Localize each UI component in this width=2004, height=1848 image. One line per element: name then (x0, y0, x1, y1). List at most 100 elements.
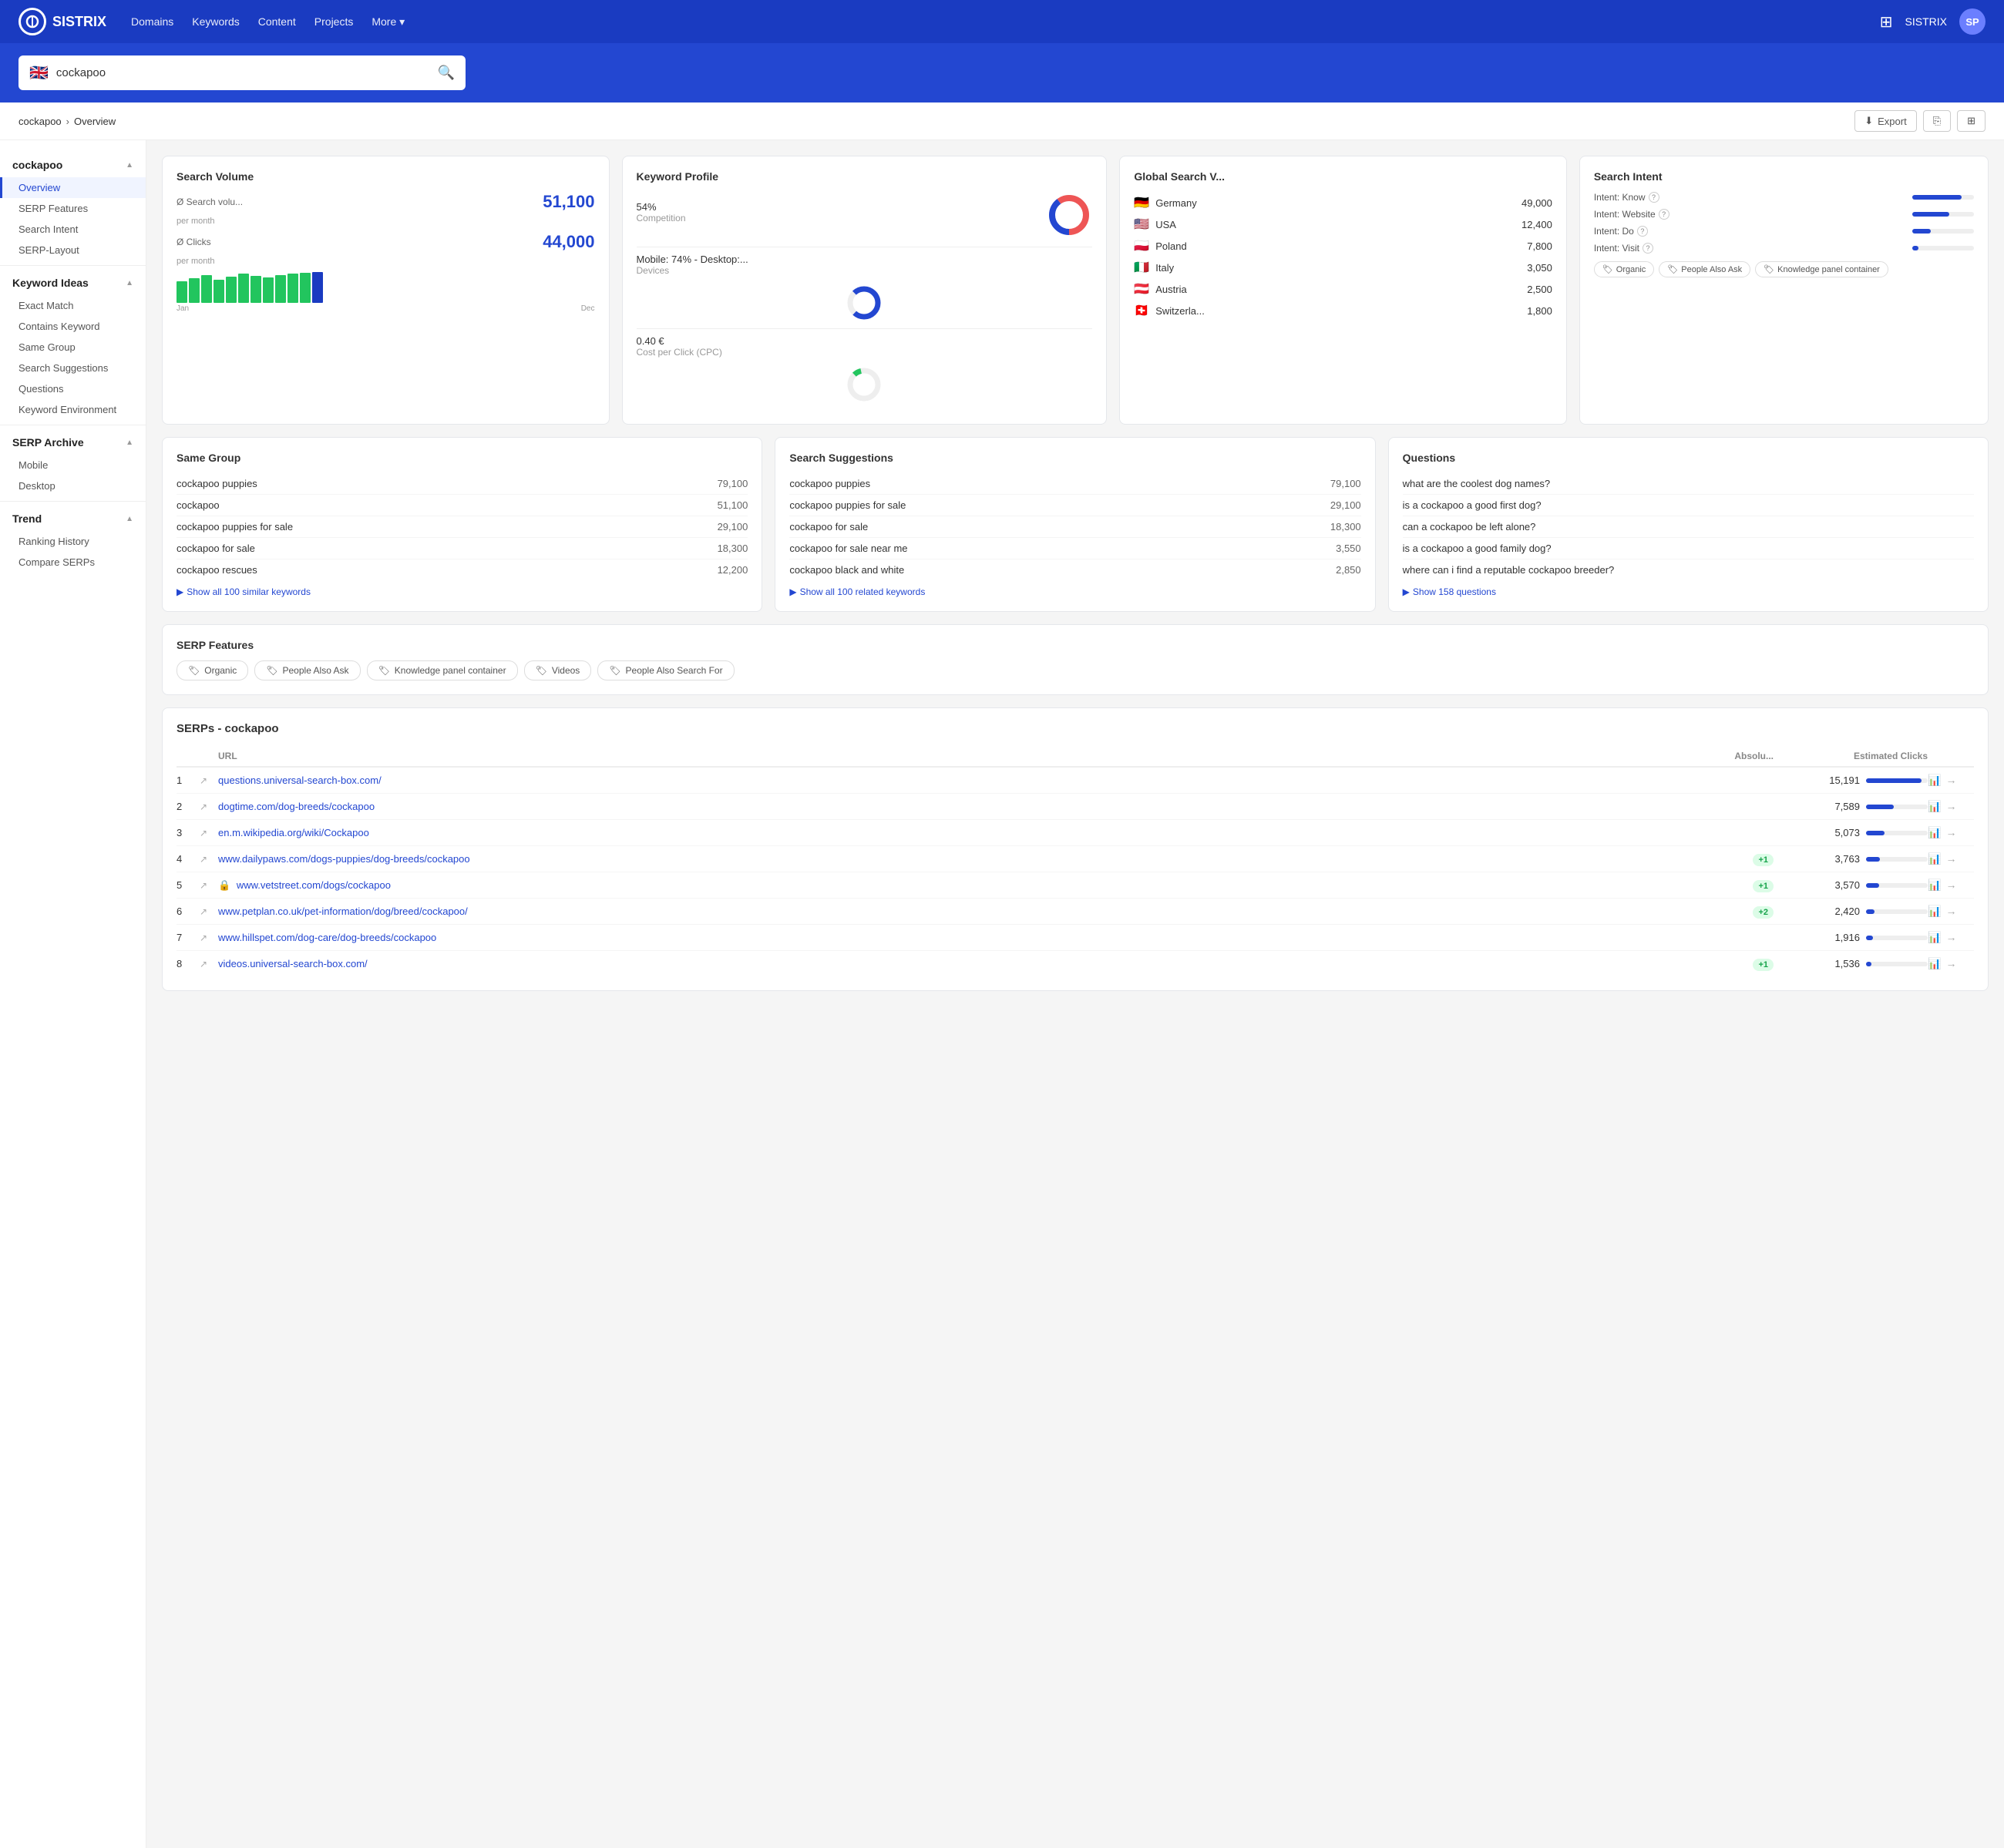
row-actions: 📊 → (1928, 774, 1974, 787)
list-item: cockapoo rescues 12,200 (177, 559, 748, 580)
question-item: is a cockapoo a good first dog? (1403, 495, 1974, 516)
feature-tag-people-also-search[interactable]: 🏷 People Also Search For (597, 660, 734, 680)
rank-badge: +1 (1753, 880, 1774, 892)
rank-badge: +1 (1753, 959, 1774, 971)
same-group-list: cockapoo puppies 79,100 cockapoo 51,100 … (177, 473, 748, 580)
mini-bar (189, 278, 200, 303)
arrow-right-icon[interactable]: → (1945, 826, 1956, 839)
info-icon-3[interactable]: ? (1637, 226, 1648, 237)
show-more-same-group[interactable]: ▶ Show all 100 similar keywords (177, 580, 748, 597)
layout-button[interactable]: ⊞ (1957, 110, 1986, 132)
mini-bar (300, 273, 311, 303)
sv-clicks-metric: Ø Clicks 44,000 (177, 232, 595, 252)
gs-country-3: 🇮🇹 Italy (1134, 260, 1174, 275)
sidebar-section-keyword[interactable]: cockapoo ▲ (0, 153, 146, 177)
row-url: questions.universal-search-box.com/ (218, 774, 1696, 786)
sidebar-section-serp-archive[interactable]: SERP Archive ▲ (0, 430, 146, 455)
click-bar (1866, 778, 1922, 783)
sidebar-item-compare-serps[interactable]: Compare SERPs (0, 552, 146, 573)
avatar[interactable]: SP (1959, 8, 1986, 35)
show-more-search-suggestions[interactable]: ▶ Show all 100 related keywords (789, 580, 1360, 597)
sidebar-item-mobile[interactable]: Mobile (0, 455, 146, 475)
si-tag-people-also-ask[interactable]: 🏷 People Also Ask (1659, 261, 1750, 277)
chart-icon[interactable]: 📊 (1928, 826, 1941, 839)
table-row: 6 ↗ www.petplan.co.uk/pet-information/do… (177, 899, 1974, 925)
search-intent-card: Search Intent Intent: Know ? Intent: (1579, 156, 1989, 425)
row-url: www.dailypaws.com/dogs-puppies/dog-breed… (218, 853, 1696, 865)
share-button[interactable]: ⎘ (1923, 110, 1951, 132)
chart-icon[interactable]: 📊 (1928, 852, 1941, 865)
sidebar-section-keyword-ideas[interactable]: Keyword Ideas ▲ (0, 270, 146, 295)
si-bar-0 (1912, 195, 1962, 200)
sidebar-item-questions[interactable]: Questions (0, 378, 146, 399)
serps-table: URL Absolu... Estimated Clicks 1 ↗ quest… (177, 746, 1974, 976)
table-row: 5 ↗ 🔒 www.vetstreet.com/dogs/cockapoo +1… (177, 872, 1974, 899)
arrow-right-icon[interactable]: → (1945, 931, 1956, 944)
sidebar-section-trend[interactable]: Trend ▲ (0, 506, 146, 531)
sidebar-item-serp-layout[interactable]: SERP-Layout (0, 240, 146, 260)
sv-volume-metric: Ø Search volu... 51,100 (177, 192, 595, 212)
click-bar-container (1866, 805, 1928, 809)
layout-icon: ⊞ (1967, 115, 1975, 127)
kp-devices-value: Mobile: 74% - Desktop:... (637, 254, 1093, 265)
sidebar-item-same-group[interactable]: Same Group (0, 337, 146, 358)
arrow-right-icon[interactable]: → (1945, 800, 1956, 813)
list-item: cockapoo 51,100 (177, 495, 748, 516)
search-input[interactable] (56, 66, 430, 79)
sidebar-item-keyword-environment[interactable]: Keyword Environment (0, 399, 146, 420)
arrow-right-icon[interactable]: → (1945, 905, 1956, 918)
row-clicks: 2,420 (1774, 906, 1928, 917)
feature-tag-people-also-ask[interactable]: 🏷 People Also Ask (254, 660, 360, 680)
chart-icon[interactable]: 📊 (1928, 931, 1941, 944)
info-icon-2[interactable]: ? (1659, 209, 1669, 220)
arrow-right-icon[interactable]: → (1945, 774, 1956, 787)
feature-tag-organic[interactable]: 🏷 Organic (177, 660, 248, 680)
kp-details: 54% Competition (637, 201, 1034, 231)
breadcrumb-actions: ⬇ Export ⎘ ⊞ (1854, 110, 1986, 132)
tag-label-icon-3: 🏷 (378, 665, 390, 676)
logo: SISTRIX (18, 8, 106, 35)
list-item: cockapoo puppies for sale 29,100 (177, 516, 748, 538)
sidebar-item-serp-features[interactable]: SERP Features (0, 198, 146, 219)
chart-icon[interactable]: 📊 (1928, 879, 1941, 892)
si-tag-knowledge-panel[interactable]: 🏷 Knowledge panel container (1755, 261, 1888, 277)
nav-projects[interactable]: Projects (314, 15, 354, 29)
sidebar-item-contains-keyword[interactable]: Contains Keyword (0, 316, 146, 337)
sidebar-item-overview[interactable]: Overview (0, 177, 146, 198)
feature-tag-videos[interactable]: 🏷 Videos (524, 660, 592, 680)
chart-icon[interactable]: 📊 (1928, 774, 1941, 787)
external-link-icon: ↗ (200, 854, 218, 865)
export-icon: ⬇ (1864, 115, 1873, 127)
breadcrumb-root[interactable]: cockapoo (18, 116, 62, 127)
si-tag-organic[interactable]: 🏷 Organic (1594, 261, 1655, 277)
chart-icon[interactable]: 📊 (1928, 905, 1941, 918)
arrow-right-icon[interactable]: → (1945, 957, 1956, 970)
nav-content[interactable]: Content (258, 15, 296, 29)
arrow-right-icon[interactable]: → (1945, 879, 1956, 892)
info-icon[interactable]: ? (1649, 192, 1659, 203)
serps-title: SERPs - cockapoo (177, 722, 1974, 735)
sidebar-item-search-intent[interactable]: Search Intent (0, 219, 146, 240)
sidebar-item-exact-match[interactable]: Exact Match (0, 295, 146, 316)
nav-more[interactable]: More ▾ (372, 15, 405, 29)
sidebar-item-desktop[interactable]: Desktop (0, 475, 146, 496)
list-item: cockapoo for sale near me 3,550 (789, 538, 1360, 559)
gs-row-0: 🇩🇪 Germany 49,000 (1134, 192, 1552, 213)
info-icon-4[interactable]: ? (1643, 243, 1653, 254)
export-button[interactable]: ⬇ Export (1854, 110, 1916, 132)
nav-domains[interactable]: Domains (131, 15, 173, 29)
show-more-questions[interactable]: ▶ Show 158 questions (1403, 580, 1974, 597)
chart-icon[interactable]: 📊 (1928, 957, 1941, 970)
chart-icon[interactable]: 📊 (1928, 800, 1941, 813)
table-row: 4 ↗ www.dailypaws.com/dogs-puppies/dog-b… (177, 846, 1974, 872)
feature-tag-knowledge-panel[interactable]: 🏷 Knowledge panel container (367, 660, 518, 680)
sv-clicks-label: Ø Clicks (177, 237, 211, 247)
gs-country-0: 🇩🇪 Germany (1134, 195, 1196, 210)
gs-country-2: 🇵🇱 Poland (1134, 238, 1186, 254)
search-icon[interactable]: 🔍 (438, 65, 455, 81)
grid-icon[interactable]: ⊞ (1880, 12, 1893, 32)
nav-keywords[interactable]: Keywords (192, 15, 239, 29)
arrow-right-icon[interactable]: → (1945, 852, 1956, 865)
sidebar-item-ranking-history[interactable]: Ranking History (0, 531, 146, 552)
sidebar-item-search-suggestions[interactable]: Search Suggestions (0, 358, 146, 378)
